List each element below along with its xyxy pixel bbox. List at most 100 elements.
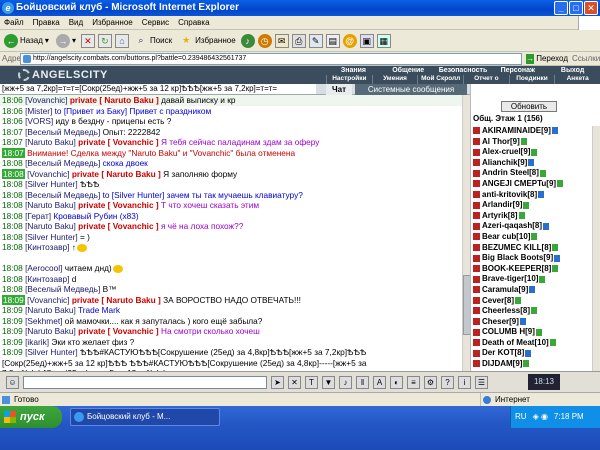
- info-icon[interactable]: [535, 328, 542, 336]
- chat-timestamp[interactable]: 18:06: [2, 95, 23, 105]
- nav-link-top-4[interactable]: Выход: [545, 67, 600, 75]
- user-name[interactable]: Arlandir[9]: [482, 200, 522, 209]
- chat-timestamp[interactable]: 18:08: [2, 211, 23, 221]
- chat-timestamp[interactable]: 18:07: [2, 147, 25, 158]
- user-name[interactable]: ANGEJI CMEPTu[9]: [482, 179, 556, 188]
- nav-link-top-0[interactable]: Знания: [326, 67, 381, 75]
- chat-author[interactable]: [Mister]: [25, 106, 52, 116]
- edit-icon[interactable]: ✎: [308, 33, 323, 48]
- user-list-scrollbar[interactable]: [592, 126, 600, 371]
- address-input[interactable]: http://angelscity.combats.com/buttons.pl…: [20, 52, 522, 65]
- menu-item-2[interactable]: Вид: [69, 16, 83, 29]
- history-icon[interactable]: ◷: [257, 33, 272, 48]
- user-list-item[interactable]: DIJDAM[9]: [473, 359, 589, 370]
- font-icon[interactable]: A: [373, 375, 386, 389]
- user-name[interactable]: Alex-cruel[9]: [482, 147, 530, 156]
- chat-timestamp[interactable]: 18:08: [2, 168, 25, 179]
- refresh-icon[interactable]: ↻: [97, 33, 112, 48]
- info-icon[interactable]: [539, 275, 546, 283]
- info-icon[interactable]: [528, 159, 535, 167]
- nav-link-top-3[interactable]: Персонаж: [490, 67, 545, 75]
- chat-author[interactable]: [Герат]: [25, 211, 51, 221]
- chat-timestamp[interactable]: 18:08: [2, 158, 23, 168]
- chat-author[interactable]: [ikarik]: [25, 337, 49, 347]
- chat-author[interactable]: [Naruto Baku]: [25, 305, 76, 315]
- links-button[interactable]: Ссылки: [568, 54, 600, 63]
- menu-item-4[interactable]: Сервис: [142, 16, 169, 29]
- user-list-item[interactable]: anti-kritovik[8]: [473, 190, 589, 201]
- info-icon[interactable]: [531, 148, 538, 156]
- print-icon[interactable]: ⎙: [291, 33, 306, 48]
- chat-author[interactable]: [Aerocool]: [25, 263, 62, 273]
- user-name[interactable]: Azeri-qaqash[8]: [482, 221, 542, 230]
- user-name[interactable]: BOOK-KEEPER[8]: [482, 264, 551, 273]
- chat-timestamp[interactable]: 18:08: [2, 200, 23, 210]
- log-icon[interactable]: ≡: [407, 375, 420, 389]
- chat-scrollbar[interactable]: [462, 95, 471, 371]
- user-name[interactable]: Big Black Boots[9]: [482, 253, 553, 262]
- user-name[interactable]: Alianchik[9]: [482, 158, 527, 167]
- user-list-item[interactable]: Cever[8]: [473, 296, 589, 307]
- user-name[interactable]: Cever[8]: [482, 296, 514, 305]
- user-name[interactable]: Caramula[9]: [482, 285, 528, 294]
- tools-icon[interactable]: ▦: [376, 33, 391, 48]
- info-icon[interactable]: i: [458, 375, 471, 389]
- info-icon[interactable]: [531, 233, 538, 241]
- chat-private-target[interactable]: private [ Vovanchic ]: [78, 221, 159, 231]
- user-list-item[interactable]: Andrin Steel[8]: [473, 168, 589, 179]
- menu-item-3[interactable]: Избранное: [92, 16, 133, 29]
- user-list-item[interactable]: Artyrik[8]: [473, 211, 589, 222]
- info-icon[interactable]: [554, 254, 561, 262]
- pause-icon[interactable]: ‖: [356, 375, 369, 389]
- chat-private-target[interactable]: private [ Vovanchic ]: [78, 200, 159, 210]
- user-list-item[interactable]: AKIRAMINAIDE[9]: [473, 126, 589, 137]
- sound-icon[interactable]: ♪: [339, 375, 352, 389]
- user-name[interactable]: Brave-tiger[10]: [482, 274, 538, 283]
- chat-private-target[interactable]: private [ Naruto Baku ]: [70, 95, 159, 105]
- chat-timestamp[interactable]: 18:08: [2, 274, 23, 284]
- back-button[interactable]: ← Назад ▾: [2, 32, 51, 50]
- info-icon[interactable]: [518, 212, 525, 220]
- chat-author[interactable]: [Vovanchic]: [27, 169, 69, 179]
- chat-timestamp[interactable]: 18:07: [2, 127, 23, 137]
- menu-item-1[interactable]: Правка: [33, 16, 60, 29]
- user-list-item[interactable]: Alianchik[9]: [473, 158, 589, 169]
- user-list-item[interactable]: Alex-cruel[9]: [473, 147, 589, 158]
- chat-timestamp[interactable]: 18:07: [2, 137, 23, 147]
- user-name[interactable]: Artyrik[8]: [482, 211, 518, 220]
- user-name[interactable]: anti-kritovik[8]: [482, 190, 537, 199]
- menu-item-5[interactable]: Справка: [178, 16, 209, 29]
- chat-author[interactable]: [Vovanchic]: [25, 95, 67, 105]
- mail-icon[interactable]: ✉: [274, 33, 289, 48]
- user-list-item[interactable]: Arlandir[9]: [473, 200, 589, 211]
- user-name[interactable]: Cheser[9]: [482, 317, 519, 326]
- info-icon[interactable]: [520, 137, 527, 145]
- user-list-item[interactable]: BOOK-KEEPER[8]: [473, 264, 589, 275]
- user-list-item[interactable]: COLUMB H[9]: [473, 327, 589, 338]
- maximize-button[interactable]: □: [569, 1, 583, 15]
- info-icon[interactable]: [552, 265, 559, 273]
- stop-icon[interactable]: ✕: [80, 33, 95, 48]
- chat-private-target[interactable]: private [ Vovanchic ]: [78, 326, 159, 336]
- research-icon[interactable]: ▣: [359, 33, 374, 48]
- user-name[interactable]: COLUMB H[9]: [482, 327, 535, 336]
- chat-private-target[interactable]: private [ Vovanchic ]: [78, 137, 159, 147]
- chat-timestamp[interactable]: 18:09: [2, 347, 23, 357]
- color-icon[interactable]: ◐: [390, 375, 403, 389]
- minimize-button[interactable]: _: [554, 1, 568, 15]
- user-list-item[interactable]: Brave-tiger[10]: [473, 274, 589, 285]
- search-button[interactable]: ⌕ Поиск: [132, 32, 174, 50]
- chat-author[interactable]: [Naruto Baku]: [25, 221, 76, 231]
- chat-private-target[interactable]: private [ Naruto Baku ]: [72, 295, 161, 305]
- nav-link-top-1[interactable]: Общение: [381, 67, 436, 75]
- messenger-icon[interactable]: @: [342, 33, 357, 48]
- user-list-item[interactable]: Big Black Boots[9]: [473, 253, 589, 264]
- user-list-item[interactable]: ANGEJI CMEPTu[9]: [473, 179, 589, 190]
- user-name[interactable]: Al Thor[9]: [482, 137, 520, 146]
- chat-timestamp[interactable]: 18:08: [2, 232, 23, 242]
- user-list-item[interactable]: Cheser[9]: [473, 317, 589, 328]
- clear-icon[interactable]: ✕: [288, 375, 301, 389]
- chat-timestamp[interactable]: 18:09: [2, 305, 23, 315]
- close-button[interactable]: ✕: [584, 1, 598, 15]
- user-list-item[interactable]: Azeri-qaqash[8]: [473, 221, 589, 232]
